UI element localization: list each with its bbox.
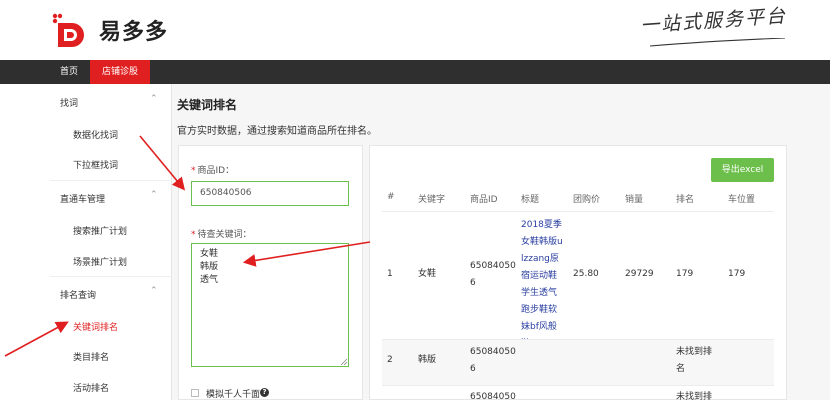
- row-product-id: 65084050: [470, 392, 516, 402]
- slogan-underline-icon: [650, 38, 785, 47]
- row-rank: 未找到排 名: [676, 347, 713, 374]
- row-index: 2: [387, 355, 393, 365]
- export-excel-button[interactable]: 导出excel: [711, 158, 774, 182]
- sidebar-group-through-train[interactable]: 直通车管理: [60, 192, 105, 205]
- page-title: 关键词排名: [177, 98, 238, 112]
- sidebar-divider: [50, 180, 172, 181]
- site-header: 易多多 一站式服务平台: [0, 0, 830, 60]
- nav-store-diagnosis[interactable]: 店铺诊股: [90, 60, 150, 84]
- keywords-label: * 待查关键词：: [191, 230, 252, 240]
- product-id-label-text: 商品ID：: [197, 166, 235, 176]
- table-header-divider: [382, 211, 774, 212]
- row-product-id: 65084050 6: [470, 261, 516, 288]
- table-header-title: 标题: [521, 195, 540, 205]
- sidebar-divider: [50, 276, 172, 277]
- sidebar-item-scene-plan[interactable]: 场景推广计划: [73, 255, 127, 268]
- sidebar-item-activity-rank[interactable]: 活动排名: [73, 381, 109, 394]
- keywords-textarea[interactable]: 女鞋 韩版 透气: [191, 243, 349, 367]
- sidebar-group-rank-query[interactable]: 排名查询: [60, 288, 96, 301]
- chevron-up-icon[interactable]: ⌃: [150, 94, 158, 104]
- row-keyword: 韩版: [418, 355, 437, 365]
- table-header-group-price: 团购价: [573, 195, 601, 205]
- personalize-checkbox[interactable]: [191, 389, 199, 397]
- sidebar-item-search-plan[interactable]: 搜索推广计划: [73, 224, 127, 237]
- sidebar-item-keyword-rank[interactable]: 关键词排名: [73, 320, 118, 333]
- product-id-input[interactable]: 650840506: [191, 181, 349, 206]
- row-index: 1: [387, 269, 393, 279]
- sidebar-item-category-rank[interactable]: 类目排名: [73, 350, 109, 363]
- row-product-id: 65084050 6: [470, 347, 516, 374]
- brand-name[interactable]: 易多多: [99, 14, 168, 46]
- brand-slogan: 一站式服务平台: [639, 4, 788, 38]
- product-id-label: * 商品ID：: [191, 166, 235, 176]
- chevron-up-icon[interactable]: ⌃: [150, 190, 158, 200]
- chevron-up-icon[interactable]: ⌃: [150, 286, 158, 296]
- row-position: 179: [728, 269, 746, 279]
- top-navbar: 首页 店铺诊股: [0, 60, 830, 84]
- table-header-car-position: 车位置: [728, 195, 756, 205]
- personalize-checkbox-label: 模拟千人千面: [206, 390, 261, 400]
- help-icon[interactable]: ?: [260, 388, 269, 397]
- table-row-highlight: [382, 340, 774, 385]
- resize-grip-icon[interactable]: [340, 358, 348, 366]
- row-rank: 179: [676, 269, 694, 279]
- table-header-keyword: 关键字: [418, 195, 446, 205]
- row-price: 25.80: [573, 269, 599, 279]
- brand-logo-icon[interactable]: [52, 13, 92, 47]
- table-header-index: #: [387, 192, 395, 202]
- row-keyword: 女鞋: [418, 269, 437, 279]
- row-rank: 未找到排: [676, 392, 713, 402]
- table-header-rank: 排名: [676, 195, 695, 205]
- row-sales: 29729: [625, 269, 654, 279]
- nav-home[interactable]: 首页: [50, 60, 88, 84]
- sidebar-item-data-words[interactable]: 数据化找词: [73, 128, 118, 141]
- sidebar-item-dropdown-words[interactable]: 下拉框找词: [73, 158, 118, 171]
- table-row-divider: [382, 385, 774, 386]
- sidebar-group-find-words[interactable]: 找词: [60, 96, 78, 109]
- keywords-label-text: 待查关键词：: [197, 230, 252, 240]
- table-header-sales: 销量: [625, 195, 644, 205]
- row-title-link[interactable]: 2018夏季 女鞋韩版u lzzang原 宿运动鞋 学生透气 跑步鞋软 妹bf风…: [521, 217, 563, 353]
- page-description: 官方实时数据，通过搜索知道商品所在排名。: [177, 126, 377, 137]
- table-header-product-id: 商品ID: [470, 195, 498, 205]
